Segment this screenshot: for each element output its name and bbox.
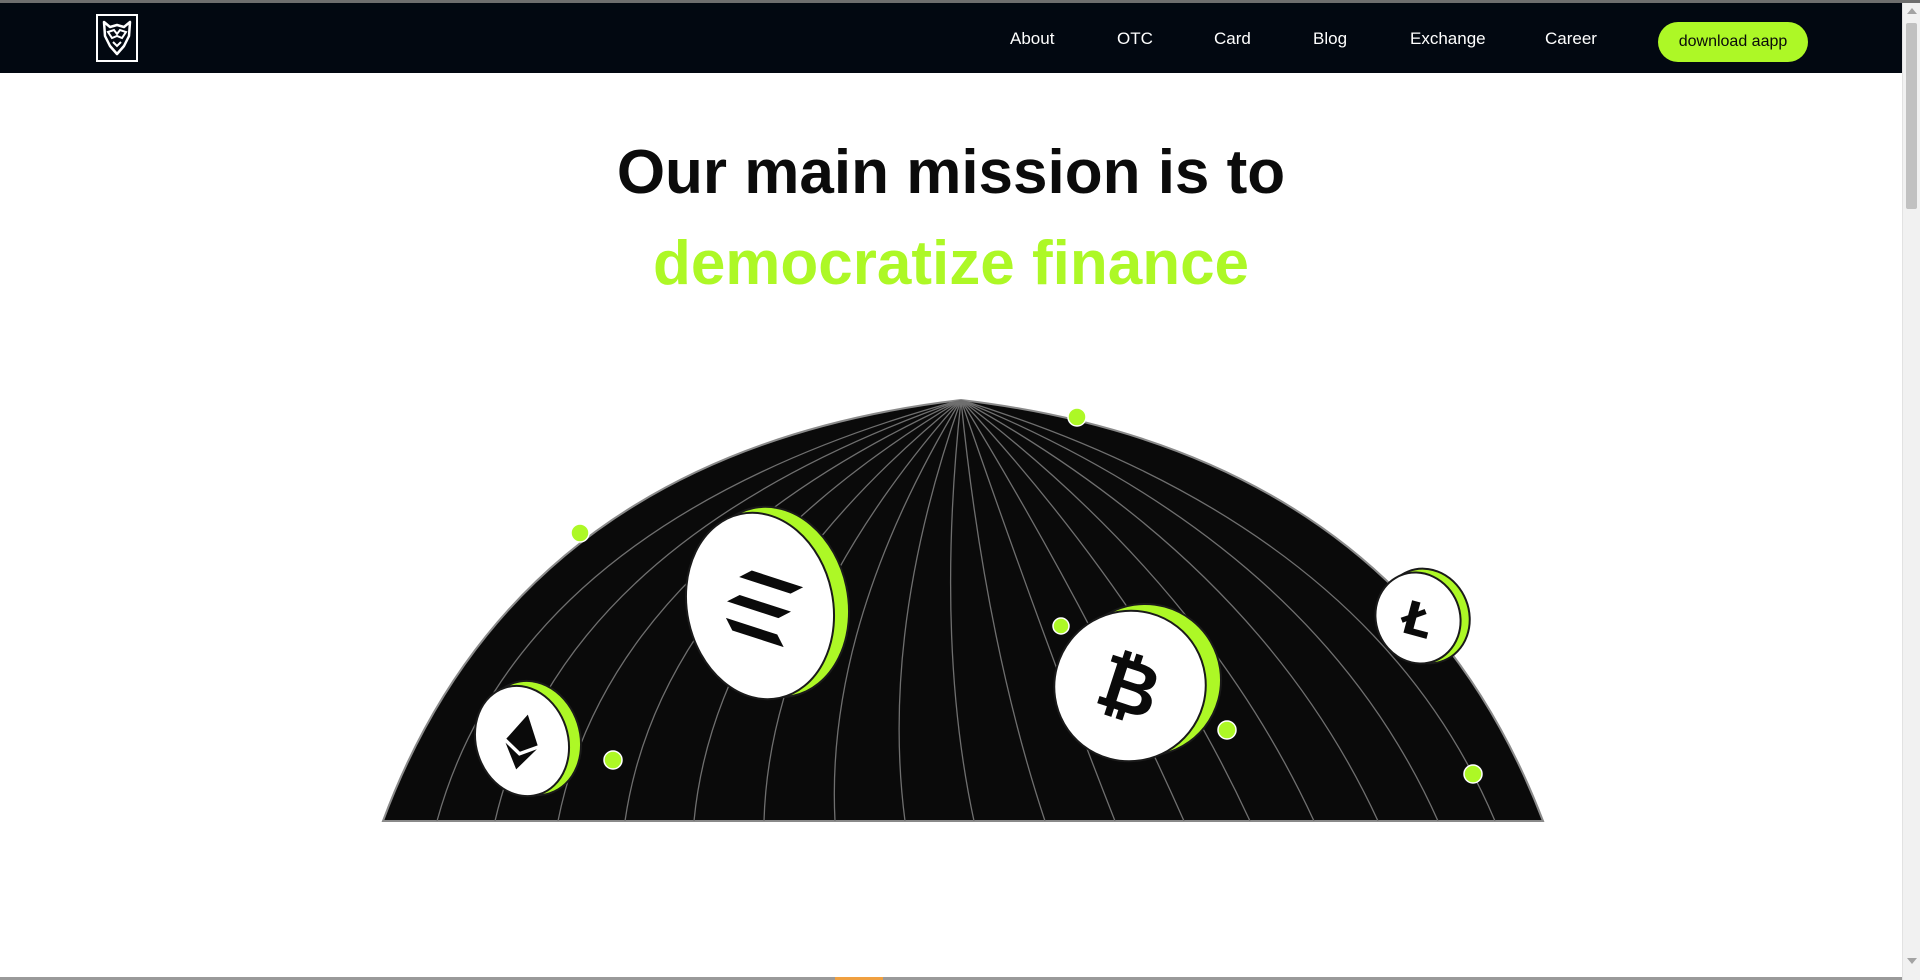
scrollbar-thumb[interactable] — [1906, 23, 1917, 209]
scroll-up-arrow-icon[interactable] — [1907, 8, 1917, 14]
vertical-scrollbar[interactable] — [1902, 3, 1920, 980]
globe-illustration: ₿ Ł — [381, 398, 1545, 822]
scroll-down-arrow-icon[interactable] — [1907, 958, 1917, 964]
